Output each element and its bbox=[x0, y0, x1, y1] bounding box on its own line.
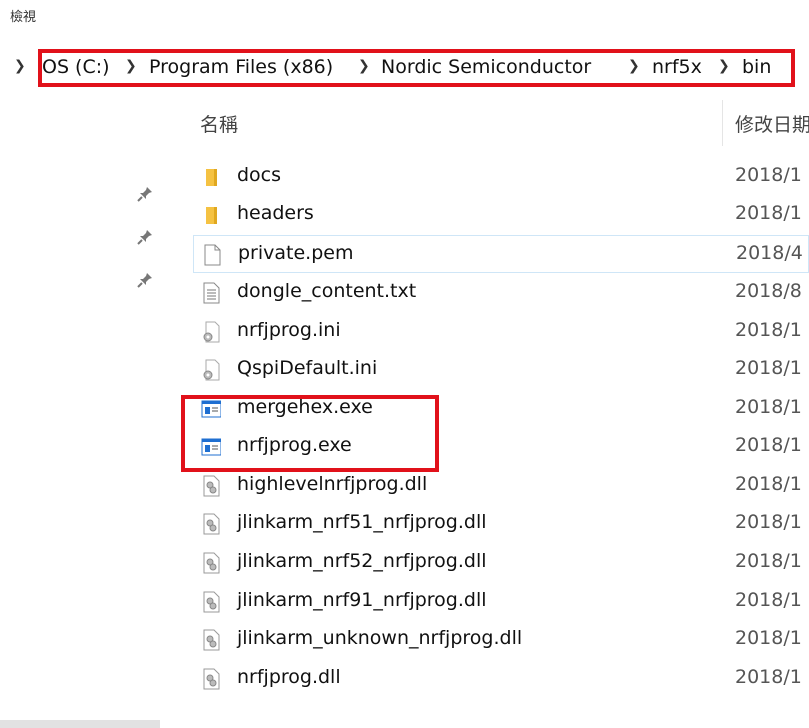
dll-icon bbox=[203, 513, 220, 535]
file-date: 2018/1 bbox=[735, 434, 802, 456]
dll-icon bbox=[203, 629, 220, 651]
file-name: private.pem bbox=[238, 242, 354, 264]
file-name: jlinkarm_nrf51_nrfjprog.dll bbox=[237, 511, 487, 533]
pin-icon[interactable] bbox=[136, 228, 154, 246]
file-row-nrfjprog-ini[interactable]: nrfjprog.ini 2018/1 bbox=[193, 313, 809, 351]
file-row-headers[interactable]: headers 2018/1 bbox=[193, 196, 809, 234]
file-row-private-pem[interactable]: private.pem 2018/4 bbox=[193, 235, 809, 273]
file-date: 2018/1 bbox=[735, 164, 802, 186]
file-name: nrfjprog.dll bbox=[237, 666, 341, 688]
dll-icon bbox=[203, 668, 220, 690]
file-row-highlevelnrfjprog-dll[interactable]: highlevelnrfjprog.dll 2018/1 bbox=[193, 467, 809, 505]
file-row-dongle-content[interactable]: dongle_content.txt 2018/8 bbox=[193, 274, 809, 312]
text-file-icon bbox=[203, 282, 220, 304]
file-date: 2018/1 bbox=[735, 202, 802, 224]
dll-icon bbox=[203, 475, 220, 497]
pin-icon[interactable] bbox=[136, 271, 154, 289]
file-date: 2018/1 bbox=[735, 511, 802, 533]
file-row-jlinkarm-nrf52[interactable]: jlinkarm_nrf52_nrfjprog.dll 2018/1 bbox=[193, 544, 809, 582]
file-date: 2018/1 bbox=[735, 627, 802, 649]
view-menu-label[interactable]: 檢視 bbox=[10, 6, 36, 25]
file-row-jlinkarm-nrf91[interactable]: jlinkarm_nrf91_nrfjprog.dll 2018/1 bbox=[193, 583, 809, 621]
pin-icon[interactable] bbox=[136, 185, 154, 203]
file-name: docs bbox=[237, 164, 282, 186]
folder-icon bbox=[206, 169, 217, 186]
column-header-date[interactable]: 修改日期 bbox=[735, 110, 809, 137]
file-date: 2018/1 bbox=[735, 357, 802, 379]
file-name: headers bbox=[237, 202, 314, 224]
file-row-qspidefault-ini[interactable]: QspiDefault.ini 2018/1 bbox=[193, 351, 809, 389]
file-name: dongle_content.txt bbox=[237, 280, 417, 302]
folder-icon bbox=[206, 207, 217, 224]
file-date: 2018/4 bbox=[736, 242, 803, 264]
file-name: jlinkarm_nrf52_nrfjprog.dll bbox=[237, 550, 487, 572]
file-date: 2018/8 bbox=[735, 280, 802, 302]
dll-icon bbox=[203, 552, 220, 574]
column-header-name[interactable]: 名稱 bbox=[200, 110, 238, 137]
address-highlight-box bbox=[38, 49, 795, 87]
file-row-nrfjprog-dll[interactable]: nrfjprog.dll 2018/1 bbox=[193, 660, 809, 698]
dll-icon bbox=[203, 591, 220, 613]
address-bar[interactable]: ❯ OS (C:) ❯ Program Files (x86) ❯ Nordic… bbox=[0, 40, 809, 92]
nav-pane-scrollbar[interactable] bbox=[0, 720, 160, 728]
file-name: QspiDefault.ini bbox=[237, 357, 378, 379]
file-row-docs[interactable]: docs 2018/1 bbox=[193, 158, 809, 196]
file-name: highlevelnrfjprog.dll bbox=[237, 473, 428, 495]
settings-file-icon bbox=[203, 359, 220, 381]
file-date: 2018/1 bbox=[735, 550, 802, 572]
file-date: 2018/1 bbox=[735, 396, 802, 418]
chevron-right-icon[interactable]: ❯ bbox=[14, 58, 26, 74]
file-row-jlinkarm-nrf51[interactable]: jlinkarm_nrf51_nrfjprog.dll 2018/1 bbox=[193, 505, 809, 543]
column-divider[interactable] bbox=[722, 100, 723, 146]
file-name: jlinkarm_unknown_nrfjprog.dll bbox=[237, 627, 523, 649]
file-date: 2018/1 bbox=[735, 473, 802, 495]
exe-highlight-box bbox=[181, 395, 439, 472]
file-name: nrfjprog.ini bbox=[237, 319, 341, 341]
file-date: 2018/1 bbox=[735, 666, 802, 688]
file-icon bbox=[204, 244, 221, 266]
settings-file-icon bbox=[203, 321, 220, 343]
file-date: 2018/1 bbox=[735, 319, 802, 341]
file-name: jlinkarm_nrf91_nrfjprog.dll bbox=[237, 589, 487, 611]
file-row-jlinkarm-unknown[interactable]: jlinkarm_unknown_nrfjprog.dll 2018/1 bbox=[193, 621, 809, 659]
file-date: 2018/1 bbox=[735, 589, 802, 611]
